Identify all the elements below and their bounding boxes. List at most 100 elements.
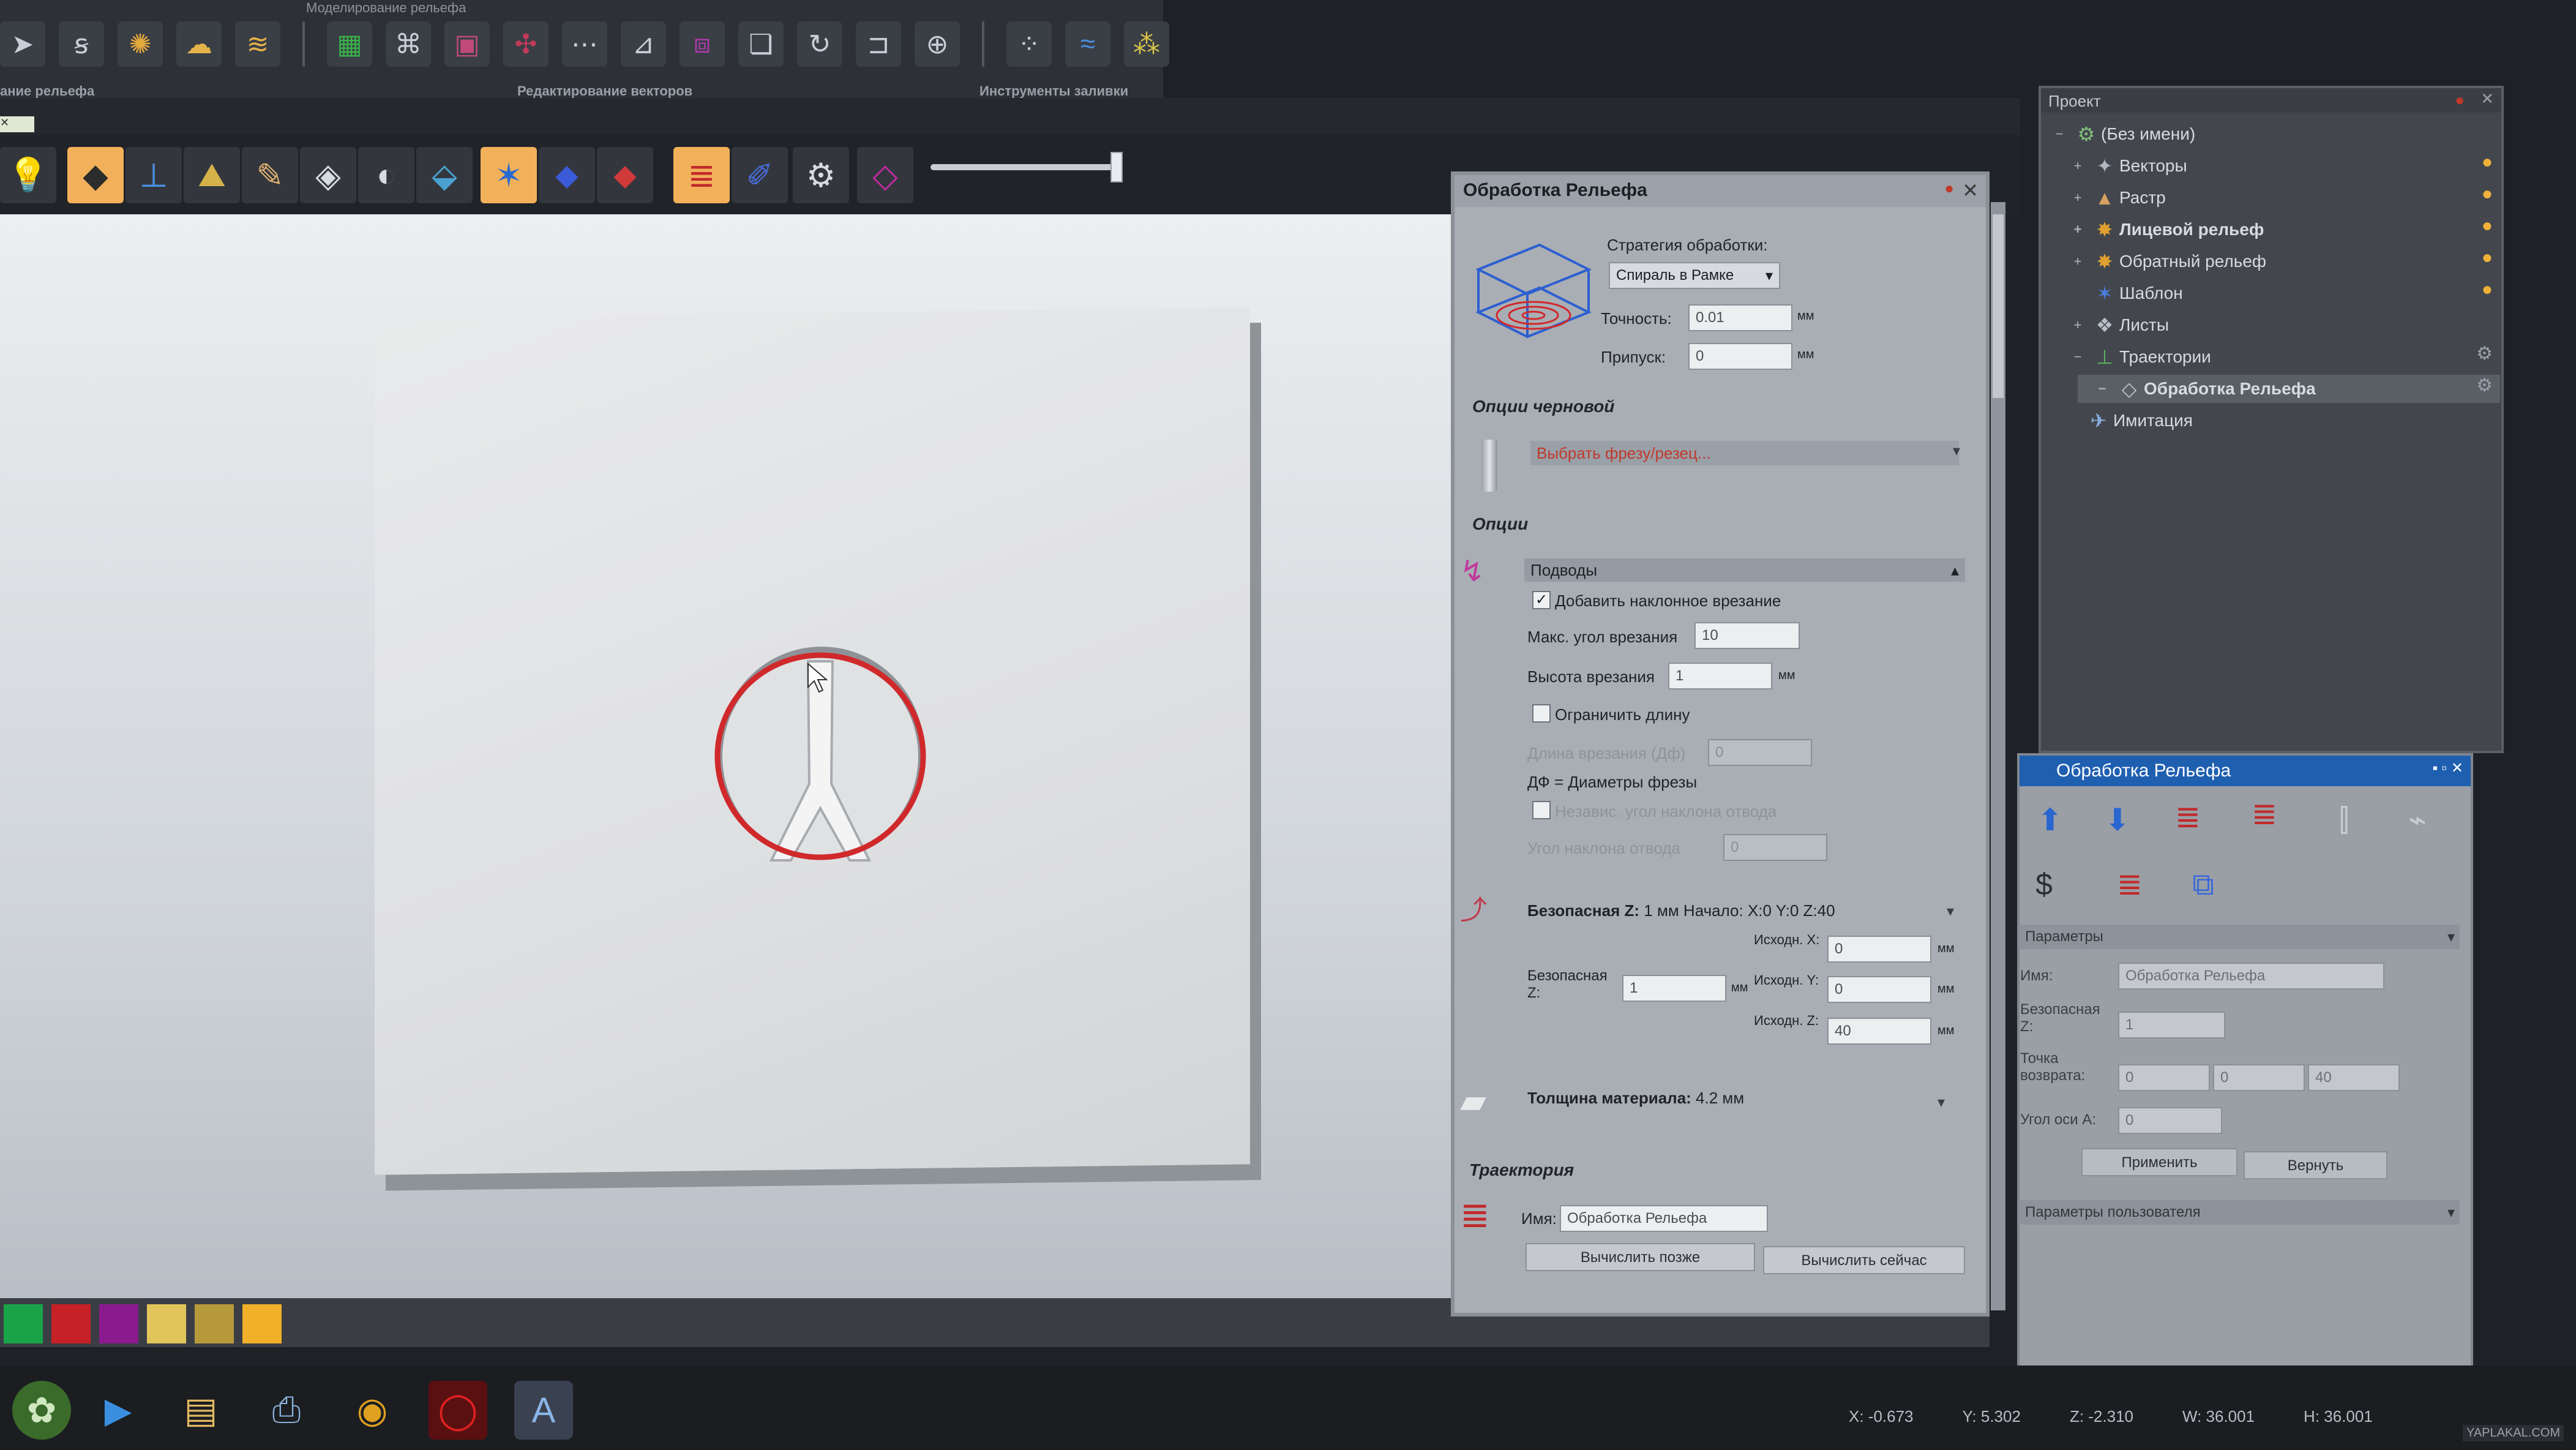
file-explorer-icon[interactable]: ▤ [171,1381,230,1440]
ramp-length-field[interactable]: 0 [1708,739,1812,766]
toolpath-blue-icon[interactable]: ⧉ [2179,860,2227,908]
toolpath-name-field[interactable]: Обработка Рельефа [1560,1205,1768,1232]
strategy-select[interactable]: Спираль в Рамке ▾ [1609,262,1780,289]
tree-item-relief-toolpath[interactable]: − ◇ Обработка Рельефа [2078,375,2500,403]
array-icon[interactable]: ⧈ [680,21,725,67]
return-z-field[interactable]: 40 [2308,1064,2400,1091]
accuracy-field[interactable]: 0.01 [1688,304,1792,331]
collapse-icon[interactable]: ▾ [1953,442,1960,460]
frame-icon[interactable]: ▣ [444,21,490,67]
sp-name-field[interactable]: Обработка Рельефа [2118,963,2384,990]
safe-z-heading[interactable]: Безопасная Z: 1 мм Начало: X:0 Y:0 Z:40 [1527,901,1956,920]
recalc-icon[interactable]: $ [2020,860,2068,908]
return-y-field[interactable]: 0 [2213,1064,2305,1091]
tree-item-vectors[interactable]: + ✦ Векторы [2041,152,2187,180]
relief-shape-icon[interactable]: ⛰ [184,147,240,203]
tree-item-template[interactable]: ✶ Шаблон [2041,279,2183,307]
scrollbar-thumb[interactable] [1993,214,2004,398]
erase-icon[interactable]: ◐ [358,147,414,203]
bulb-icon[interactable]: 💡 [0,147,56,203]
toolpath-stack-icon[interactable]: ≣ [2106,860,2154,908]
red-layer-icon[interactable]: ⬥ [597,147,653,203]
chrome-icon[interactable]: ◉ [343,1381,402,1440]
diamond-view-icon[interactable]: ◇ [857,147,913,203]
tree-item-front-relief[interactable]: + ✸ Лицевой рельеф [2041,216,2264,244]
move-up-icon[interactable]: ⬆ [2026,796,2074,844]
pin-icon[interactable]: ● [1944,179,1954,198]
visibility-icon[interactable]: ● [2482,216,2493,236]
home-z-field[interactable]: 40 [1827,1018,1931,1045]
return-x-field[interactable]: 0 [2118,1064,2210,1091]
spiral-tool-icon[interactable]: ꞩ [59,21,104,67]
copy-shape-icon[interactable]: ❏ [738,21,784,67]
fill-path-icon[interactable]: ⁂ [1124,21,1169,67]
weld-icon[interactable]: ⌘ [386,21,431,67]
swatch-yellow[interactable] [147,1304,186,1343]
collapse-icon[interactable]: − [2047,126,2072,142]
opera-icon[interactable]: ◯ [429,1381,487,1440]
tool-select-bar[interactable]: Выбрать фрезу/резец... [1530,441,1959,465]
tree-item-simulation[interactable]: ✈ Имитация [2041,407,2193,435]
collapse-icon[interactable]: ▾ [2447,928,2455,946]
toolpath-copy-icon[interactable]: ≣ [2164,793,2212,841]
expand-icon[interactable]: + [2065,222,2090,238]
expand-icon[interactable]: + [2065,190,2090,206]
calc-later-button[interactable]: Вычислить позже [1526,1243,1755,1271]
plane-view-icon[interactable]: ◆ [67,147,124,203]
move-down-icon[interactable]: ⬇ [2094,796,2141,844]
simulate-icon[interactable]: ⫿ [2320,796,2368,844]
nodes-icon[interactable]: ⁘ [1006,21,1052,67]
collapse-icon[interactable]: − [2065,349,2090,365]
pin-icon[interactable]: ● [2455,91,2465,110]
layer-icon[interactable]: ⬙ [416,147,473,203]
revert-button[interactable]: Вернуть [2244,1151,2387,1179]
media-player-icon[interactable]: ▶ [89,1381,148,1440]
window-buttons-icon[interactable]: ▪ ▫ ✕ [2433,759,2463,777]
artcam-icon[interactable]: A [514,1381,573,1440]
visibility-icon[interactable]: ● [2482,184,2493,205]
swatch-green[interactable] [4,1304,43,1343]
home-y-field[interactable]: 0 [1827,976,1931,1003]
brush-icon[interactable]: ✐ [732,147,788,203]
shade-icon[interactable]: ◈ [300,147,356,203]
sp-safe-z-field[interactable]: 1 [2118,1012,2225,1039]
network-icon[interactable]: ⎙ [257,1381,316,1440]
thickness-heading[interactable]: Толщина материала: 4.2 мм [1527,1089,1944,1108]
offset-icon[interactable]: ⋯ [562,21,607,67]
calc-now-button[interactable]: Вычислить сейчас [1763,1246,1965,1274]
close-icon[interactable]: ✕ [1962,179,1979,202]
swatch-purple[interactable] [99,1304,138,1343]
visibility-icon[interactable]: ● [2482,152,2493,173]
panel-scrollbar[interactable] [1991,202,2005,1310]
slider-thumb[interactable] [1110,152,1123,182]
collapse-icon[interactable]: ▾ [2447,1204,2455,1222]
toolbar-tab[interactable]: ✕ [0,116,34,132]
toolpath-relief-icon[interactable]: ≣ [673,147,730,203]
texture-icon[interactable]: ⚙ [793,147,849,203]
params-heading-bar[interactable]: Параметры ▾ [2019,925,2460,949]
retract-angle-field[interactable]: 0 [1723,834,1827,861]
indep-angle-checkbox[interactable] [1532,801,1551,819]
expand-icon[interactable]: + [2065,254,2090,269]
tree-item-toolpaths[interactable]: − ⊥ Траектории [2041,343,2211,371]
blue-layer-icon[interactable]: ⬥ [539,147,595,203]
tree-item-raster[interactable]: + ▲ Растр [2041,184,2166,212]
star-relief-icon[interactable]: ✶ [481,147,537,203]
limit-length-checkbox[interactable] [1532,704,1551,723]
collapse-up-icon[interactable]: ▴ [1951,561,1959,580]
home-x-field[interactable]: 0 [1827,936,1931,963]
apply-button[interactable]: Применить [2081,1148,2237,1176]
expand-icon[interactable]: + [2065,317,2090,333]
tree-item-sheets[interactable]: + ❖ Листы [2041,311,2169,339]
wave-icon[interactable]: ≈ [1065,21,1110,67]
swatch-red[interactable] [51,1304,91,1343]
rotate-icon[interactable]: ↻ [797,21,842,67]
tree-root[interactable]: − ⚙ (Без имени) [2041,120,2196,148]
axes-icon[interactable]: ⊥ [125,147,182,203]
approaches-bar[interactable]: Подводы ▴ [1524,558,1965,582]
safe-z-field[interactable]: 1 [1622,975,1726,1002]
trim-icon[interactable]: ⊐ [856,21,901,67]
visibility-icon[interactable]: ● [2482,247,2493,268]
save-toolpath-icon[interactable]: ⌁ [2394,796,2441,844]
toolpath-edit-icon[interactable]: ≣ [2241,790,2288,838]
